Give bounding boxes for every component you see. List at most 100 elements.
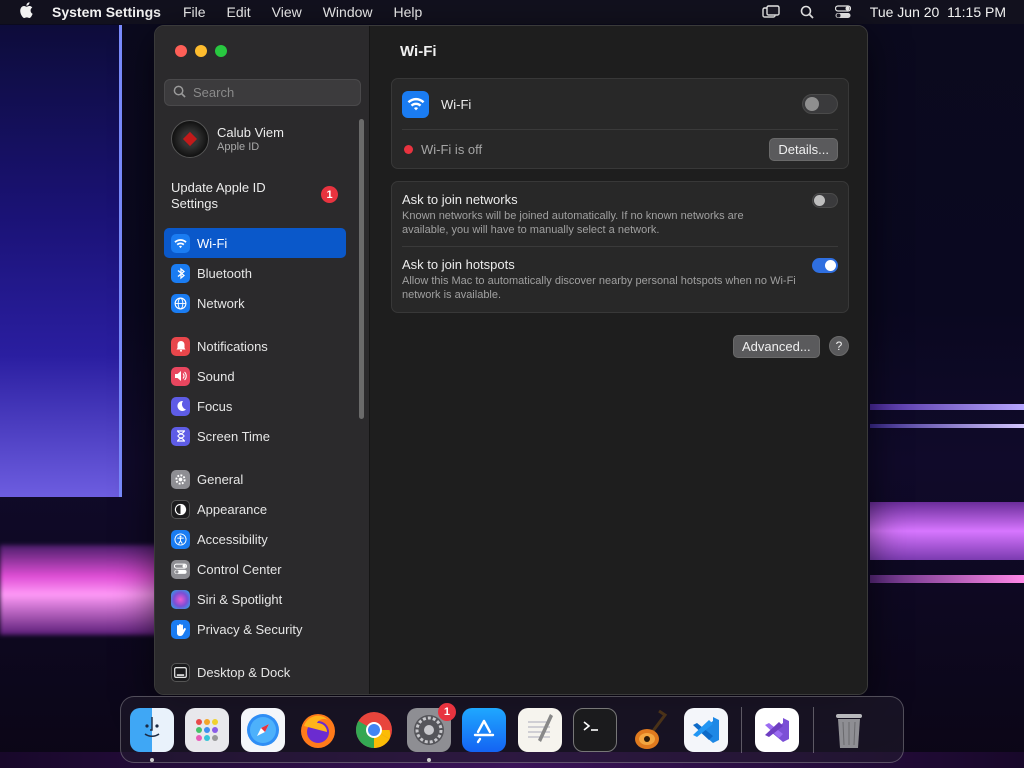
sidebar-item-control-center[interactable]: Control Center [164, 554, 346, 584]
gear-icon [171, 469, 190, 489]
visual-studio-icon[interactable] [755, 707, 800, 752]
close-window-button[interactable] [175, 45, 187, 57]
launchpad-icon[interactable] [185, 707, 230, 752]
moon-icon [171, 396, 190, 416]
apple-id-account[interactable]: Calub Viem Apple ID [171, 120, 284, 158]
firefox-icon[interactable] [296, 708, 340, 752]
hourglass-icon [171, 426, 190, 446]
minimize-window-button[interactable] [195, 45, 207, 57]
accessibility-icon [171, 529, 190, 549]
join-options-card: Ask to join networks Known networks will… [391, 181, 849, 313]
sidebar-item-focus[interactable]: Focus [164, 391, 346, 421]
sidebar-item-label: Sound [197, 368, 235, 384]
appearance-icon [171, 499, 190, 519]
ask-join-hotspots-row: Ask to join hotspots Allow this Mac to a… [392, 247, 848, 312]
ask-join-hotspots-description: Allow this Mac to automatically discover… [402, 275, 796, 301]
wifi-toggle-row: Wi-Fi [392, 79, 848, 129]
speaker-icon [171, 366, 190, 386]
terminal-icon[interactable] [573, 707, 618, 752]
sidebar-group-system: General Appearance Accessibility Control… [164, 464, 346, 644]
account-name: Calub Viem [217, 125, 284, 140]
sidebar-item-privacy-security[interactable]: Privacy & Security [164, 614, 346, 644]
ask-join-networks-toggle[interactable] [812, 193, 838, 208]
sidebar-item-label: Accessibility [197, 531, 268, 547]
menu-window[interactable]: Window [323, 4, 373, 20]
sidebar-item-accessibility[interactable]: Accessibility [164, 524, 346, 554]
window-controls [175, 45, 227, 57]
screen-mirroring-icon[interactable] [762, 5, 780, 19]
sidebar-item-appearance[interactable]: Appearance [164, 494, 346, 524]
bluetooth-icon [171, 263, 190, 283]
sidebar-item-label: Privacy & Security [197, 621, 303, 637]
search-icon [173, 85, 186, 101]
ask-join-networks-description: Known networks will be joined automatica… [402, 210, 744, 236]
trash-icon[interactable] [827, 708, 871, 752]
sidebar-item-screen-time[interactable]: Screen Time [164, 421, 346, 451]
help-button[interactable]: ? [829, 336, 849, 356]
search-field[interactable] [164, 79, 361, 106]
vscode-icon[interactable] [683, 707, 728, 752]
ask-join-networks-row: Ask to join networks Known networks will… [392, 182, 848, 246]
dock: 1 [120, 696, 904, 763]
app-store-icon[interactable] [462, 707, 507, 752]
menu-file[interactable]: File [183, 4, 206, 20]
menu-bar: System Settings File Edit View Window He… [0, 0, 1024, 24]
menu-app-name[interactable]: System Settings [52, 4, 161, 20]
sidebar-group-network: Wi-Fi Bluetooth Network [164, 228, 346, 318]
apple-menu-icon[interactable] [0, 2, 52, 22]
sidebar-item-label: Network [197, 295, 245, 311]
sidebar-item-label: Siri & Spotlight [197, 591, 283, 607]
spotlight-search-icon[interactable] [798, 5, 816, 19]
sidebar-item-network[interactable]: Network [164, 288, 346, 318]
wifi-icon [171, 233, 190, 253]
dock-icon [171, 662, 190, 682]
garageband-icon[interactable] [629, 708, 673, 752]
system-settings-icon[interactable]: 1 [406, 702, 456, 762]
wifi-power-toggle[interactable] [802, 94, 838, 114]
system-settings-badge: 1 [437, 702, 456, 721]
sidebar-item-sound[interactable]: Sound [164, 361, 346, 391]
dock-separator [741, 706, 743, 753]
system-settings-window: Calub Viem Apple ID Update Apple ID Sett… [154, 25, 868, 695]
sidebar-item-desktop-dock[interactable]: Desktop & Dock [164, 657, 346, 687]
sidebar: Calub Viem Apple ID Update Apple ID Sett… [155, 26, 370, 694]
details-button[interactable]: Details... [769, 137, 838, 161]
zoom-window-button[interactable] [215, 45, 227, 57]
sidebar-item-bluetooth[interactable]: Bluetooth [164, 258, 346, 288]
advanced-button[interactable]: Advanced... [733, 335, 820, 358]
sidebar-item-label: Desktop & Dock [197, 664, 291, 680]
siri-icon [171, 589, 190, 609]
update-label: Update Apple ID Settings [171, 180, 266, 211]
search-input[interactable] [193, 85, 353, 100]
control-center-icon [171, 559, 190, 579]
status-dot-icon [404, 144, 413, 154]
menu-help[interactable]: Help [394, 4, 423, 20]
wifi-card: Wi-Fi Wi-Fi is off Details... [391, 78, 849, 169]
sidebar-item-wifi[interactable]: Wi-Fi [164, 228, 346, 258]
finder-icon[interactable] [130, 707, 174, 762]
account-subtitle: Apple ID [217, 141, 260, 153]
sidebar-scrollbar[interactable] [359, 119, 364, 419]
safari-icon[interactable] [240, 707, 285, 752]
sidebar-group-desktop: Desktop & Dock [164, 657, 346, 687]
ask-join-hotspots-title: Ask to join hotspots [402, 257, 515, 272]
chrome-icon[interactable] [352, 708, 396, 752]
menu-edit[interactable]: Edit [227, 4, 251, 20]
sidebar-item-general[interactable]: General [164, 464, 346, 494]
sidebar-item-label: Screen Time [197, 428, 270, 444]
sidebar-item-label: Bluetooth [197, 265, 252, 281]
sidebar-group-alerts: Notifications Sound Focus Screen Time [164, 331, 346, 451]
ask-join-hotspots-toggle[interactable] [812, 258, 838, 273]
menu-clock[interactable]: Tue Jun 20 11:15 PM [870, 4, 1006, 20]
control-center-icon[interactable] [834, 5, 852, 19]
sidebar-item-label: Control Center [197, 561, 282, 577]
update-badge: 1 [321, 186, 338, 203]
wifi-status-row: Wi-Fi is off Details... [392, 130, 848, 168]
sidebar-item-label: Appearance [197, 501, 268, 517]
sidebar-item-siri-spotlight[interactable]: Siri & Spotlight [164, 584, 346, 614]
sidebar-item-label: Focus [197, 398, 233, 414]
sidebar-item-notifications[interactable]: Notifications [164, 331, 346, 361]
wifi-settings-pane: Wi-Fi Wi-Fi Wi-Fi is off Details... Ask … [370, 26, 867, 694]
menu-view[interactable]: View [272, 4, 302, 20]
textedit-icon[interactable] [517, 707, 562, 752]
